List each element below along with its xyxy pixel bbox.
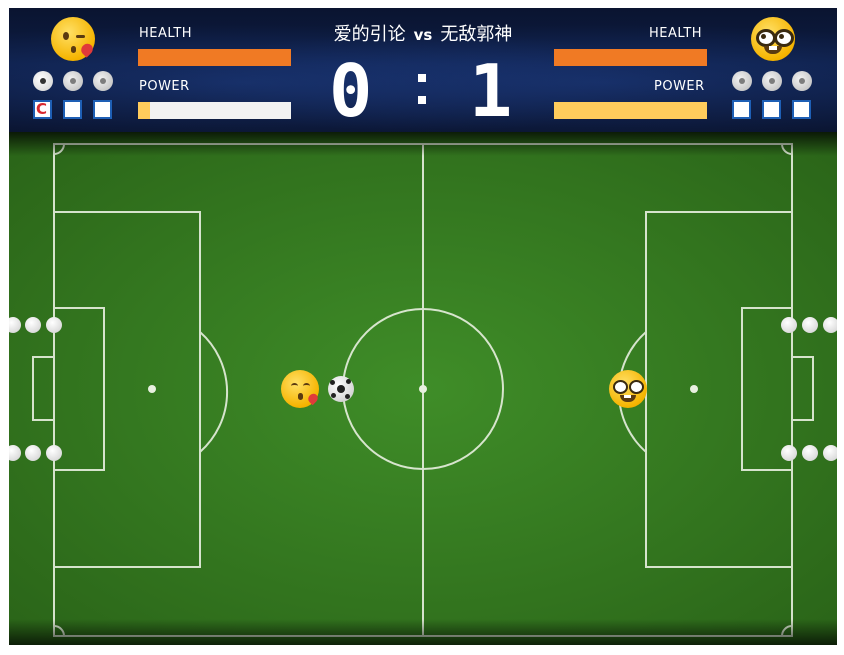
right-item-slot-empty[interactable] [762,100,781,119]
left-goalpost-bottom [46,445,62,461]
score-display: 0 1 [309,49,537,133]
soccer-ball-icon [328,376,354,402]
right-item-slot-empty[interactable] [792,100,811,119]
right-item-slot-empty[interactable] [732,100,751,119]
right-goalpost-bottom [781,445,797,461]
match-title: 爱的引论 vs 无敌郭神 [9,20,837,46]
left-goalpost-top [25,317,41,333]
right-ball-remaining-icon [792,71,812,91]
left-player-name: 爱的引论 [333,24,406,45]
right-power-bar [554,102,707,119]
right-health-bar [554,49,707,66]
right-goalpost-top [823,317,837,333]
right-goalpost-bottom [802,445,818,461]
left-item-slot-empty[interactable] [63,100,82,119]
right-power-fill [554,102,707,119]
right-goalpost-bottom [823,445,837,461]
versus-label: vs [413,26,433,44]
left-score: 0 [329,49,373,133]
left-ball-remaining-icon [93,71,113,91]
right-penalty-spot [690,385,698,393]
left-ball-remaining-icon [63,71,83,91]
left-goalpost-bottom [25,445,41,461]
right-ball-remaining-icon [762,71,782,91]
centre-spot [419,385,427,393]
scoreboard: HEALTH POWER 爱的引论 vs 无敌郭神 0 1 [9,8,837,132]
pitch-bottom-shadow [9,619,837,645]
football-pitch [9,132,837,645]
right-health-fill [554,49,707,66]
left-health-bar [138,49,291,66]
left-item-slot-magnet-icon[interactable] [33,100,52,119]
right-goalpost-top [781,317,797,333]
right-score: 1 [469,49,513,133]
left-power-label: POWER [139,79,190,94]
score-separator [415,70,427,114]
nerd-face-emoji-icon [751,17,795,61]
left-ball-remaining-icon [33,71,53,91]
left-player-kissing-face-icon[interactable] [281,370,320,408]
left-goalpost-top [46,317,62,333]
right-power-label: POWER [654,79,705,94]
left-item-slot-empty[interactable] [93,100,112,119]
right-player-name: 无敌郭神 [440,24,513,45]
left-power-fill [138,102,151,119]
pitch-top-shadow [9,132,837,156]
right-health-label: HEALTH [649,26,703,41]
right-ball-remaining-icon [732,71,752,91]
right-player-nerd-face-icon[interactable] [609,370,647,408]
right-goalpost-top [802,317,818,333]
left-health-fill [138,49,291,66]
left-penalty-spot [148,385,156,393]
game-screen: HEALTH POWER 爱的引论 vs 无敌郭神 0 1 [9,8,837,645]
left-power-bar [138,102,291,119]
